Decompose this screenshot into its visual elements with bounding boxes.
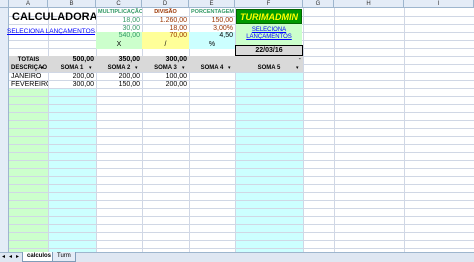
- gridline: [9, 128, 474, 129]
- total-soma-4[interactable]: [189, 56, 235, 64]
- row-soma-2[interactable]: 150,00: [96, 80, 142, 89]
- row-desc[interactable]: FEVEREIRO: [9, 80, 48, 89]
- gridline: [9, 248, 474, 249]
- column-b-shading: [48, 89, 96, 254]
- multiplication-symbol: X: [96, 40, 142, 49]
- column-header-e[interactable]: E: [189, 0, 235, 8]
- total-soma-1[interactable]: 500,00: [48, 56, 96, 64]
- division-result[interactable]: 70,00: [142, 32, 189, 40]
- multiplication-result[interactable]: 540,00: [96, 32, 142, 40]
- percentage-symbol: %: [189, 40, 235, 49]
- column-header-d[interactable]: D: [142, 0, 189, 8]
- gridline: [9, 152, 474, 153]
- column-header-a[interactable]: A: [9, 0, 48, 8]
- column-header-c[interactable]: C: [96, 0, 142, 8]
- total-soma-3[interactable]: 300,00: [142, 56, 189, 64]
- corner-cell[interactable]: [0, 0, 9, 8]
- multiplication-label: MULTIPLICAÇÃO: [98, 9, 142, 15]
- row-soma-1[interactable]: 300,00: [48, 80, 96, 89]
- division-label: DIVISÃO: [154, 9, 177, 15]
- logo-select-entries-link[interactable]: SELECIONA LANÇAMENTOS: [236, 24, 302, 45]
- date-cell[interactable]: 22/03/16: [235, 45, 303, 56]
- filter-dropdown-icon[interactable]: ▾: [135, 64, 142, 72]
- first-sheet-arrow-icon[interactable]: ◂: [2, 253, 5, 262]
- filter-dropdown-icon[interactable]: ▾: [228, 64, 235, 72]
- gridline: [9, 176, 474, 177]
- gridline: [9, 192, 474, 193]
- gridline: [9, 160, 474, 161]
- gridline: [9, 224, 474, 225]
- division-symbol: /: [142, 40, 189, 49]
- column-header-i[interactable]: I: [404, 0, 474, 8]
- filter-dropdown-icon[interactable]: ▾: [89, 64, 96, 72]
- spreadsheet[interactable]: A B C D E F G H I CALCULADORA SELECIONA …: [0, 0, 474, 262]
- gridline: [9, 208, 474, 209]
- calculator-title: CALCULADORA: [12, 11, 96, 23]
- column-header-g[interactable]: G: [303, 0, 334, 8]
- sheet-tab-bar: ◂ ◂ ▸ calculos Turm: [0, 252, 474, 262]
- gridline: [9, 136, 474, 137]
- sheet-tab-turm[interactable]: Turm: [52, 252, 76, 262]
- gridline: [9, 168, 474, 169]
- select-entries-link[interactable]: SELECIONA LANÇAMENTOS: [5, 27, 96, 37]
- next-sheet-arrow-icon[interactable]: ▸: [16, 253, 19, 262]
- percentage-label: PORCENTAGEM: [191, 9, 234, 15]
- row-header-strip: [0, 8, 9, 254]
- prev-sheet-arrow-icon[interactable]: ◂: [9, 253, 12, 262]
- total-soma-5[interactable]: -: [235, 56, 303, 64]
- header-soma-5[interactable]: SOMA 5: [235, 64, 303, 72]
- filter-dropdown-icon[interactable]: ▾: [296, 64, 303, 72]
- column-a-shading: [9, 89, 48, 254]
- gridline: [9, 104, 474, 105]
- totals-label: TOTAIS: [9, 56, 48, 64]
- filter-dropdown-icon[interactable]: ▾: [41, 64, 48, 72]
- gridline: [9, 216, 474, 217]
- column-header-b[interactable]: B: [48, 0, 96, 8]
- gridline: [303, 8, 304, 254]
- turimadmin-logo: TURIMADMIN: [236, 9, 302, 24]
- gridline: [9, 144, 474, 145]
- gridline: [9, 232, 474, 233]
- gridline: [9, 200, 474, 201]
- row-soma-3[interactable]: 200,00: [142, 80, 189, 89]
- gridline: [9, 96, 474, 97]
- column-header-f[interactable]: F: [235, 0, 303, 8]
- filter-dropdown-icon[interactable]: ▾: [182, 64, 189, 72]
- column-header-h[interactable]: H: [334, 0, 404, 8]
- gridline: [48, 8, 49, 254]
- gridline: [9, 240, 474, 241]
- gridline: [9, 120, 474, 121]
- gridline: [9, 184, 474, 185]
- percentage-result[interactable]: 4,50: [189, 32, 235, 40]
- total-soma-2[interactable]: 350,00: [96, 56, 142, 64]
- gridline: [9, 112, 474, 113]
- sheet-tab-calculos[interactable]: calculos: [22, 252, 57, 262]
- gridline: [404, 8, 405, 254]
- column-f-shading: [235, 72, 303, 254]
- gridline: [334, 8, 335, 254]
